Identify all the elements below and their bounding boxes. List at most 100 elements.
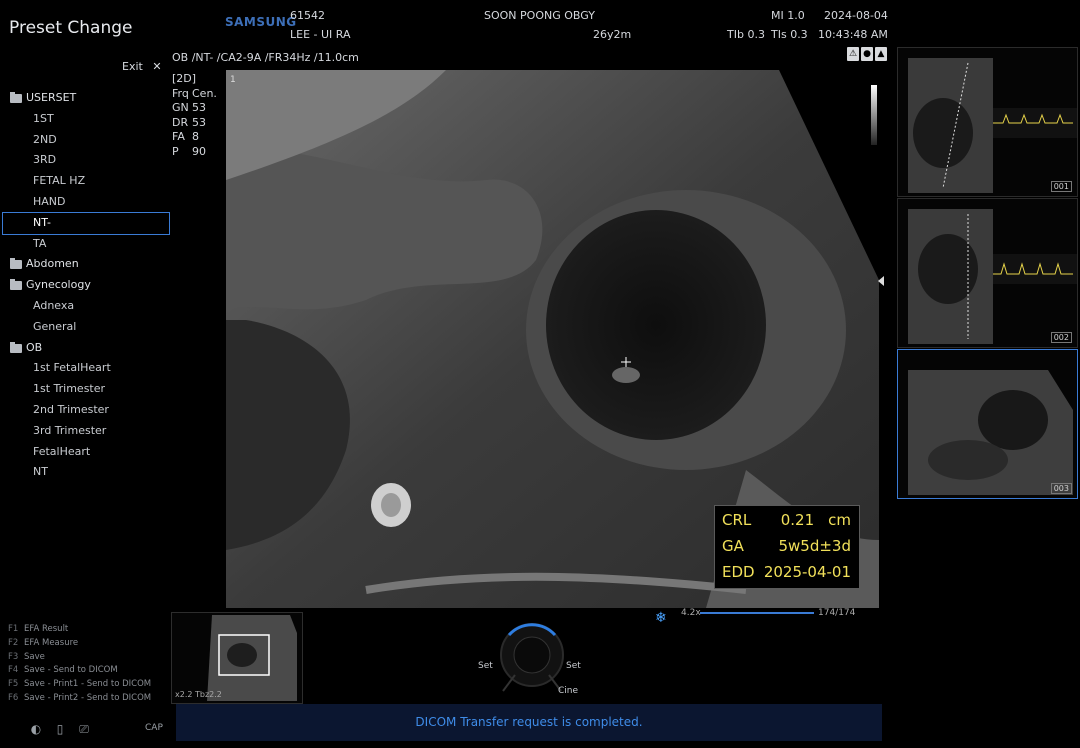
device-icon[interactable]: ▯ [54,722,66,736]
param-value: 8 [192,130,199,143]
tree-item[interactable]: TA [0,234,172,255]
measurement-row: GA 5w5d±3d [715,537,859,563]
preset-tree: USERSET 1ST 2ND 3RD FETAL HZ HAND NT- TA Abdomen… [0,88,172,483]
patient-id: 61542 [290,9,325,22]
svg-text:1: 1 [230,75,236,85]
probe-info: OB /NT- /CA2-9A /FR34Hz /11.0cm [172,51,359,64]
monitor-icon[interactable]: ⎚ [78,722,90,736]
tree-item[interactable]: 3RD [0,150,172,171]
thumbnail-label: 003 [1050,483,1072,494]
user-icon: ● [861,47,873,61]
preview-label: x2.2 Tbz2.2 [175,690,222,699]
thumbnail-2[interactable]: 002 [897,198,1078,348]
measurement-results: CRL 0.21 cm GA 5w5d±3d EDD 2025-04-01 [714,505,860,589]
exam-date: 2024-08-04 [824,9,888,22]
param-key: P [172,144,179,158]
tree-item-label: USERSET [26,91,77,104]
shortcut-item: F5 Save - Print1 - Send to DICOM [8,678,173,692]
param-value: 53 [192,101,206,114]
tree-item[interactable]: NT [0,462,172,483]
thumbnail-1[interactable]: 001 [897,47,1078,197]
measurement-row: EDD 2025-04-01 [715,563,859,589]
patient-age: 26y2m [593,28,632,41]
tree-item-label: NT- [33,215,51,229]
tree-item[interactable]: 1st FetalHeart [0,358,172,379]
status-message: DICOM Transfer request is completed. [176,704,882,741]
param-value: 53 [192,115,206,129]
thumbnail-3[interactable]: 003 [897,349,1078,499]
mode-label: [2D] [172,72,197,85]
shortcut-label: EFA Result [24,624,69,634]
tree-item-label: Adnexa [33,298,75,312]
measurement-key: EDD [722,563,755,581]
thumbnail-image [908,370,1073,495]
shortcut-label: Save - Print2 - Send to DICOM [24,692,152,703]
thumbnail-image [908,58,1077,193]
dial-right-label: Set [566,661,581,671]
tree-item-label: FetalHeart [33,444,91,458]
mechanical-index: MI 1.0 [771,9,805,22]
shortcut-key: F2 [8,637,19,648]
tree-folder[interactable]: Abdomen [0,254,172,275]
tree-folder[interactable]: USERSET [0,88,172,109]
tree-item-label: 1st FetalHeart [33,361,111,375]
thermal-index-soft: TIs 0.3 [771,28,808,41]
measurement-number: 5w5d±3d [778,537,851,555]
thermal-index-bone: TIb 0.3 [727,28,765,41]
param-value: Cen. [192,86,217,100]
tree-item[interactable]: 1ST [0,109,172,130]
cine-slider[interactable] [700,612,814,614]
tree-folder[interactable]: Gynecology [0,275,172,296]
tree-item[interactable]: General [0,317,172,338]
brand-logo: SAMSUNG [225,15,297,29]
exit-label: Exit [122,60,143,73]
tree-item[interactable]: 1st Trimester [0,379,172,400]
measurement-value: 0.21 cm [781,511,851,529]
tree-item-label: 1ST [33,111,54,125]
tree-item-label: Abdomen [26,257,79,271]
folder-icon [10,341,22,353]
tree-item-label: FETAL HZ [33,174,86,188]
tree-item[interactable]: 2nd Trimester [0,400,172,421]
tree-item[interactable]: 2ND [0,130,172,151]
shortcut-key: F1 [8,624,19,634]
tree-folder[interactable]: OB [0,338,172,359]
status-icons: ⚠ ● ▲ [847,47,887,65]
measurement-key: CRL [722,511,752,529]
tree-item[interactable]: FETAL HZ [0,171,172,192]
folder-icon [10,279,22,291]
tree-item-label: Gynecology [26,278,91,292]
tree-item-label: 3rd Trimester [33,423,107,437]
param-row: FA 8 [172,130,217,145]
tree-item[interactable]: Adnexa [0,296,172,317]
contrast-icon[interactable]: ◐ [30,722,42,736]
shortcut-list: F1 EFA Result F2 EFA Measure F3 Save F4 Save - … [8,623,173,706]
focus-marker-icon[interactable] [878,276,884,286]
tree-item-label: OB [26,340,43,354]
shortcut-label: Save [24,651,45,662]
tree-item[interactable]: FetalHeart [0,442,172,463]
tree-item-label: 2ND [33,132,57,146]
exit-button[interactable]: Exit ✕ [122,60,162,73]
tree-item[interactable]: HAND [0,192,172,213]
freeze-icon[interactable]: ❄ [655,610,667,626]
patient-name: LEE - UI RA [290,28,351,41]
shortcut-label: EFA Measure [24,637,79,648]
shortcut-item: F6 Save - Print2 - Send to DICOM [8,692,173,706]
shortcut-item: F2 EFA Measure [8,637,173,651]
folder-icon [10,258,22,270]
preset-sidebar: Preset Change Exit ✕ USERSET 1ST 2ND 3RD FET… [0,0,172,748]
param-key: Frq [172,86,189,100]
zoom-preview[interactable]: x2.2 Tbz2.2 [171,612,303,704]
param-row: P 90 [172,145,217,160]
tree-item[interactable]: NT- [2,211,170,235]
tree-item[interactable]: 3rd Trimester [0,421,172,442]
shortcut-label: Save - Print1 - Send to DICOM [24,679,152,690]
shortcut-item: F1 EFA Result [8,623,173,637]
tree-item-label: 3RD [33,153,57,167]
measurement-value: 2025-04-01 [764,563,851,581]
caps-indicator: CAP [145,723,163,733]
bottom-toolbar: ◐ ▯ ⎚ CAP [30,722,170,738]
measurement-unit: cm [828,511,851,529]
exam-time: 10:43:48 AM [818,28,888,41]
